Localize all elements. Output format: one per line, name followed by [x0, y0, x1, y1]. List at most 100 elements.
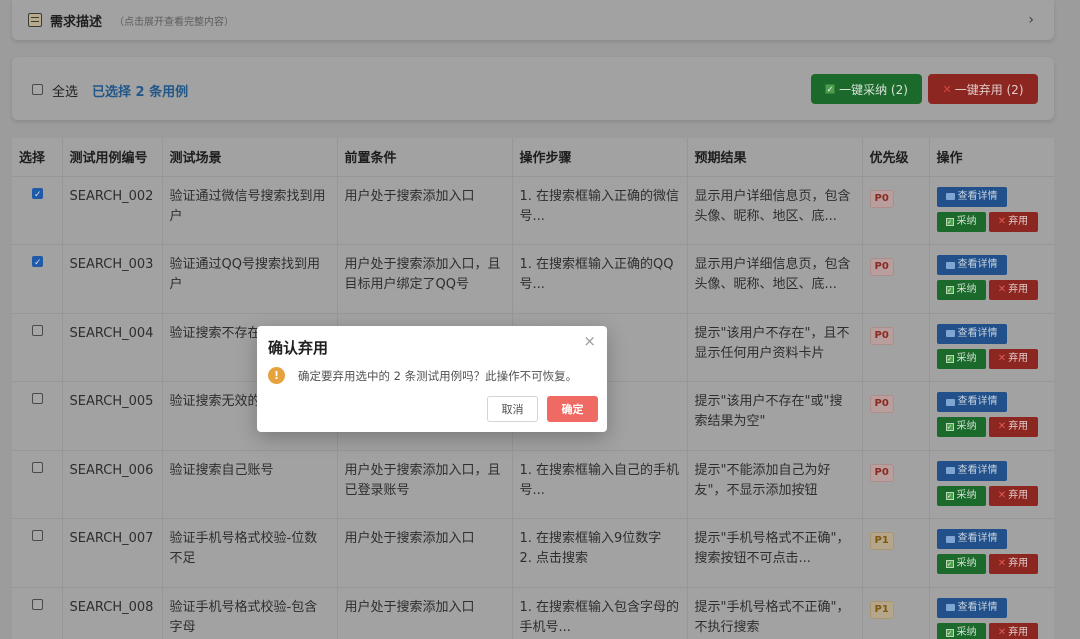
case-expected: 显示用户详细信息页，包含头像、昵称、地区、底...	[687, 176, 863, 245]
row-checkbox[interactable]	[32, 324, 43, 336]
case-expected: 显示用户详细信息页，包含头像、昵称、地区、底...	[687, 244, 863, 314]
document-icon	[28, 13, 42, 27]
reject-button[interactable]: ✕ 弃用	[988, 417, 1038, 437]
case-id: SEARCH_006	[62, 450, 163, 519]
view-details-button[interactable]: 查看详情	[936, 186, 1007, 207]
case-scene: 验证手机号格式校验-包含字母	[162, 587, 338, 639]
view-details-label: 查看详情	[957, 464, 998, 476]
case-scene: 验证搜索自己账号	[162, 450, 338, 519]
reject-button[interactable]: ✕ 弃用	[988, 280, 1038, 300]
accept-button[interactable]: ✓ 采纳	[936, 417, 986, 437]
case-id: SEARCH_007	[62, 518, 163, 588]
accept-button[interactable]: ✓ 采纳	[936, 211, 986, 232]
warning-icon: !	[268, 367, 285, 384]
accept-button[interactable]: ✓ 采纳	[936, 622, 986, 639]
row-checkbox[interactable]	[32, 530, 43, 541]
accept-button[interactable]: ✓ 采纳	[936, 348, 986, 369]
accept-label: 采纳	[956, 558, 977, 569]
priority-badge: P0	[869, 258, 894, 276]
accept-label: 采纳	[956, 284, 977, 295]
reject-button[interactable]: ✕ 弃用	[988, 348, 1038, 369]
case-scene: 验证通过QQ号搜索找到用户	[162, 244, 338, 314]
cross-icon: ✕	[997, 626, 1007, 638]
reject-label: 弃用	[1008, 558, 1029, 569]
book-icon	[945, 193, 955, 200]
case-id: SEARCH_008	[62, 587, 163, 639]
view-details-button[interactable]: 查看详情	[936, 460, 1007, 481]
row-checkbox[interactable]	[32, 253, 43, 273]
view-details-button[interactable]: 查看详情	[936, 255, 1007, 275]
case-precondition: 用户处于搜索添加入口	[337, 176, 513, 245]
view-details-button[interactable]: 查看详情	[936, 597, 1007, 618]
view-details-label: 查看详情	[957, 601, 998, 613]
reject-button[interactable]: ✕ 弃用	[988, 622, 1038, 639]
priority-cell: P1	[862, 518, 930, 588]
confirm-button[interactable]: 确定	[547, 396, 598, 422]
row-checkbox[interactable]	[32, 598, 43, 610]
table-row: SEARCH_008 验证手机号格式校验-包含字母 用户处于搜索添加入口 1. 在搜索…	[12, 587, 1054, 639]
view-details-button[interactable]: 查看详情	[936, 323, 1007, 344]
reject-button[interactable]: ✕ 弃用	[988, 485, 1038, 506]
actions-cell: 查看详情 ✓ 采纳 ✕ 弃用	[929, 381, 1054, 451]
reject-all-button[interactable]: ✕ 一键弃用 (2)	[928, 74, 1038, 104]
case-precondition: 用户处于搜索添加入口	[337, 587, 513, 639]
requirement-hint: （点击展开查看完整内容）	[114, 16, 235, 28]
check-icon: ✓	[945, 628, 954, 637]
close-icon[interactable]: ×	[583, 332, 596, 350]
check-icon: ✓	[825, 84, 836, 94]
view-details-button[interactable]: 查看详情	[936, 529, 1007, 549]
view-details-label: 查看详情	[957, 533, 998, 544]
requirement-title: 需求描述	[50, 14, 103, 30]
book-icon	[945, 261, 955, 269]
dialog-title: 确认弃用	[268, 339, 329, 357]
select-cell	[12, 381, 63, 451]
row-checkbox[interactable]	[32, 461, 43, 473]
case-id: SEARCH_004	[62, 313, 163, 382]
reject-all-label: 一键弃用 (2)	[954, 82, 1024, 97]
select-cell	[12, 176, 63, 245]
header-scene: 测试场景	[162, 138, 338, 177]
accept-button[interactable]: ✓ 采纳	[936, 280, 986, 300]
table-row: SEARCH_007 验证手机号格式校验-位数不足 用户处于搜索添加入口 1. 在搜索…	[12, 518, 1054, 588]
priority-badge: P0	[869, 395, 894, 413]
reject-label: 弃用	[1008, 352, 1029, 364]
header-steps: 操作步骤	[512, 138, 688, 177]
case-steps: 1. 在搜索框输入包含字母的手机号...	[512, 587, 688, 639]
cross-icon: ✕	[997, 284, 1007, 295]
header-actions: 操作	[929, 138, 1054, 177]
priority-cell: P0	[862, 381, 930, 451]
cancel-button[interactable]: 取消	[487, 396, 538, 422]
check-icon: ✓	[945, 217, 954, 226]
priority-cell: P0	[862, 244, 930, 314]
confirm-reject-dialog: 确认弃用 × ! 确定要弃用选中的 2 条测试用例吗？此操作不可恢复。 取消 确…	[257, 326, 607, 432]
check-icon: ✓	[945, 491, 954, 500]
accept-button[interactable]: ✓ 采纳	[936, 554, 986, 574]
requirement-panel[interactable]: 需求描述 （点击展开查看完整内容） ›	[12, 0, 1054, 40]
dialog-message: 确定要弃用选中的 2 条测试用例吗？此操作不可恢复。	[298, 369, 578, 383]
select-all-label[interactable]: 全选	[52, 81, 78, 100]
reject-button[interactable]: ✕ 弃用	[988, 211, 1038, 232]
reject-button[interactable]: ✕ 弃用	[988, 554, 1038, 574]
cross-icon: ✕	[997, 489, 1007, 501]
row-checkbox[interactable]	[32, 393, 43, 404]
case-id: SEARCH_002	[62, 176, 163, 245]
actions-cell: 查看详情 ✓ 采纳 ✕ 弃用	[929, 244, 1054, 314]
accept-all-button[interactable]: ✓ 一键采纳 (2)	[811, 74, 922, 104]
accept-button[interactable]: ✓ 采纳	[936, 485, 986, 506]
case-precondition: 用户处于搜索添加入口	[337, 518, 513, 588]
priority-cell: P0	[862, 450, 930, 519]
case-id: SEARCH_005	[62, 381, 163, 451]
view-details-label: 查看详情	[957, 190, 998, 202]
select-cell	[12, 313, 63, 382]
view-details-label: 查看详情	[957, 259, 998, 270]
row-checkbox[interactable]	[32, 185, 43, 205]
book-icon	[945, 604, 955, 611]
check-icon: ✓	[945, 560, 954, 568]
chevron-right-icon[interactable]: ›	[1028, 12, 1034, 28]
select-all-checkbox[interactable]	[32, 84, 43, 95]
select-cell	[12, 450, 63, 519]
cross-icon: ✕	[997, 421, 1007, 432]
case-precondition: 用户处于搜索添加入口，且目标用户绑定了QQ号	[337, 244, 513, 314]
view-details-button[interactable]: 查看详情	[936, 392, 1007, 412]
check-icon: ✓	[945, 423, 954, 431]
